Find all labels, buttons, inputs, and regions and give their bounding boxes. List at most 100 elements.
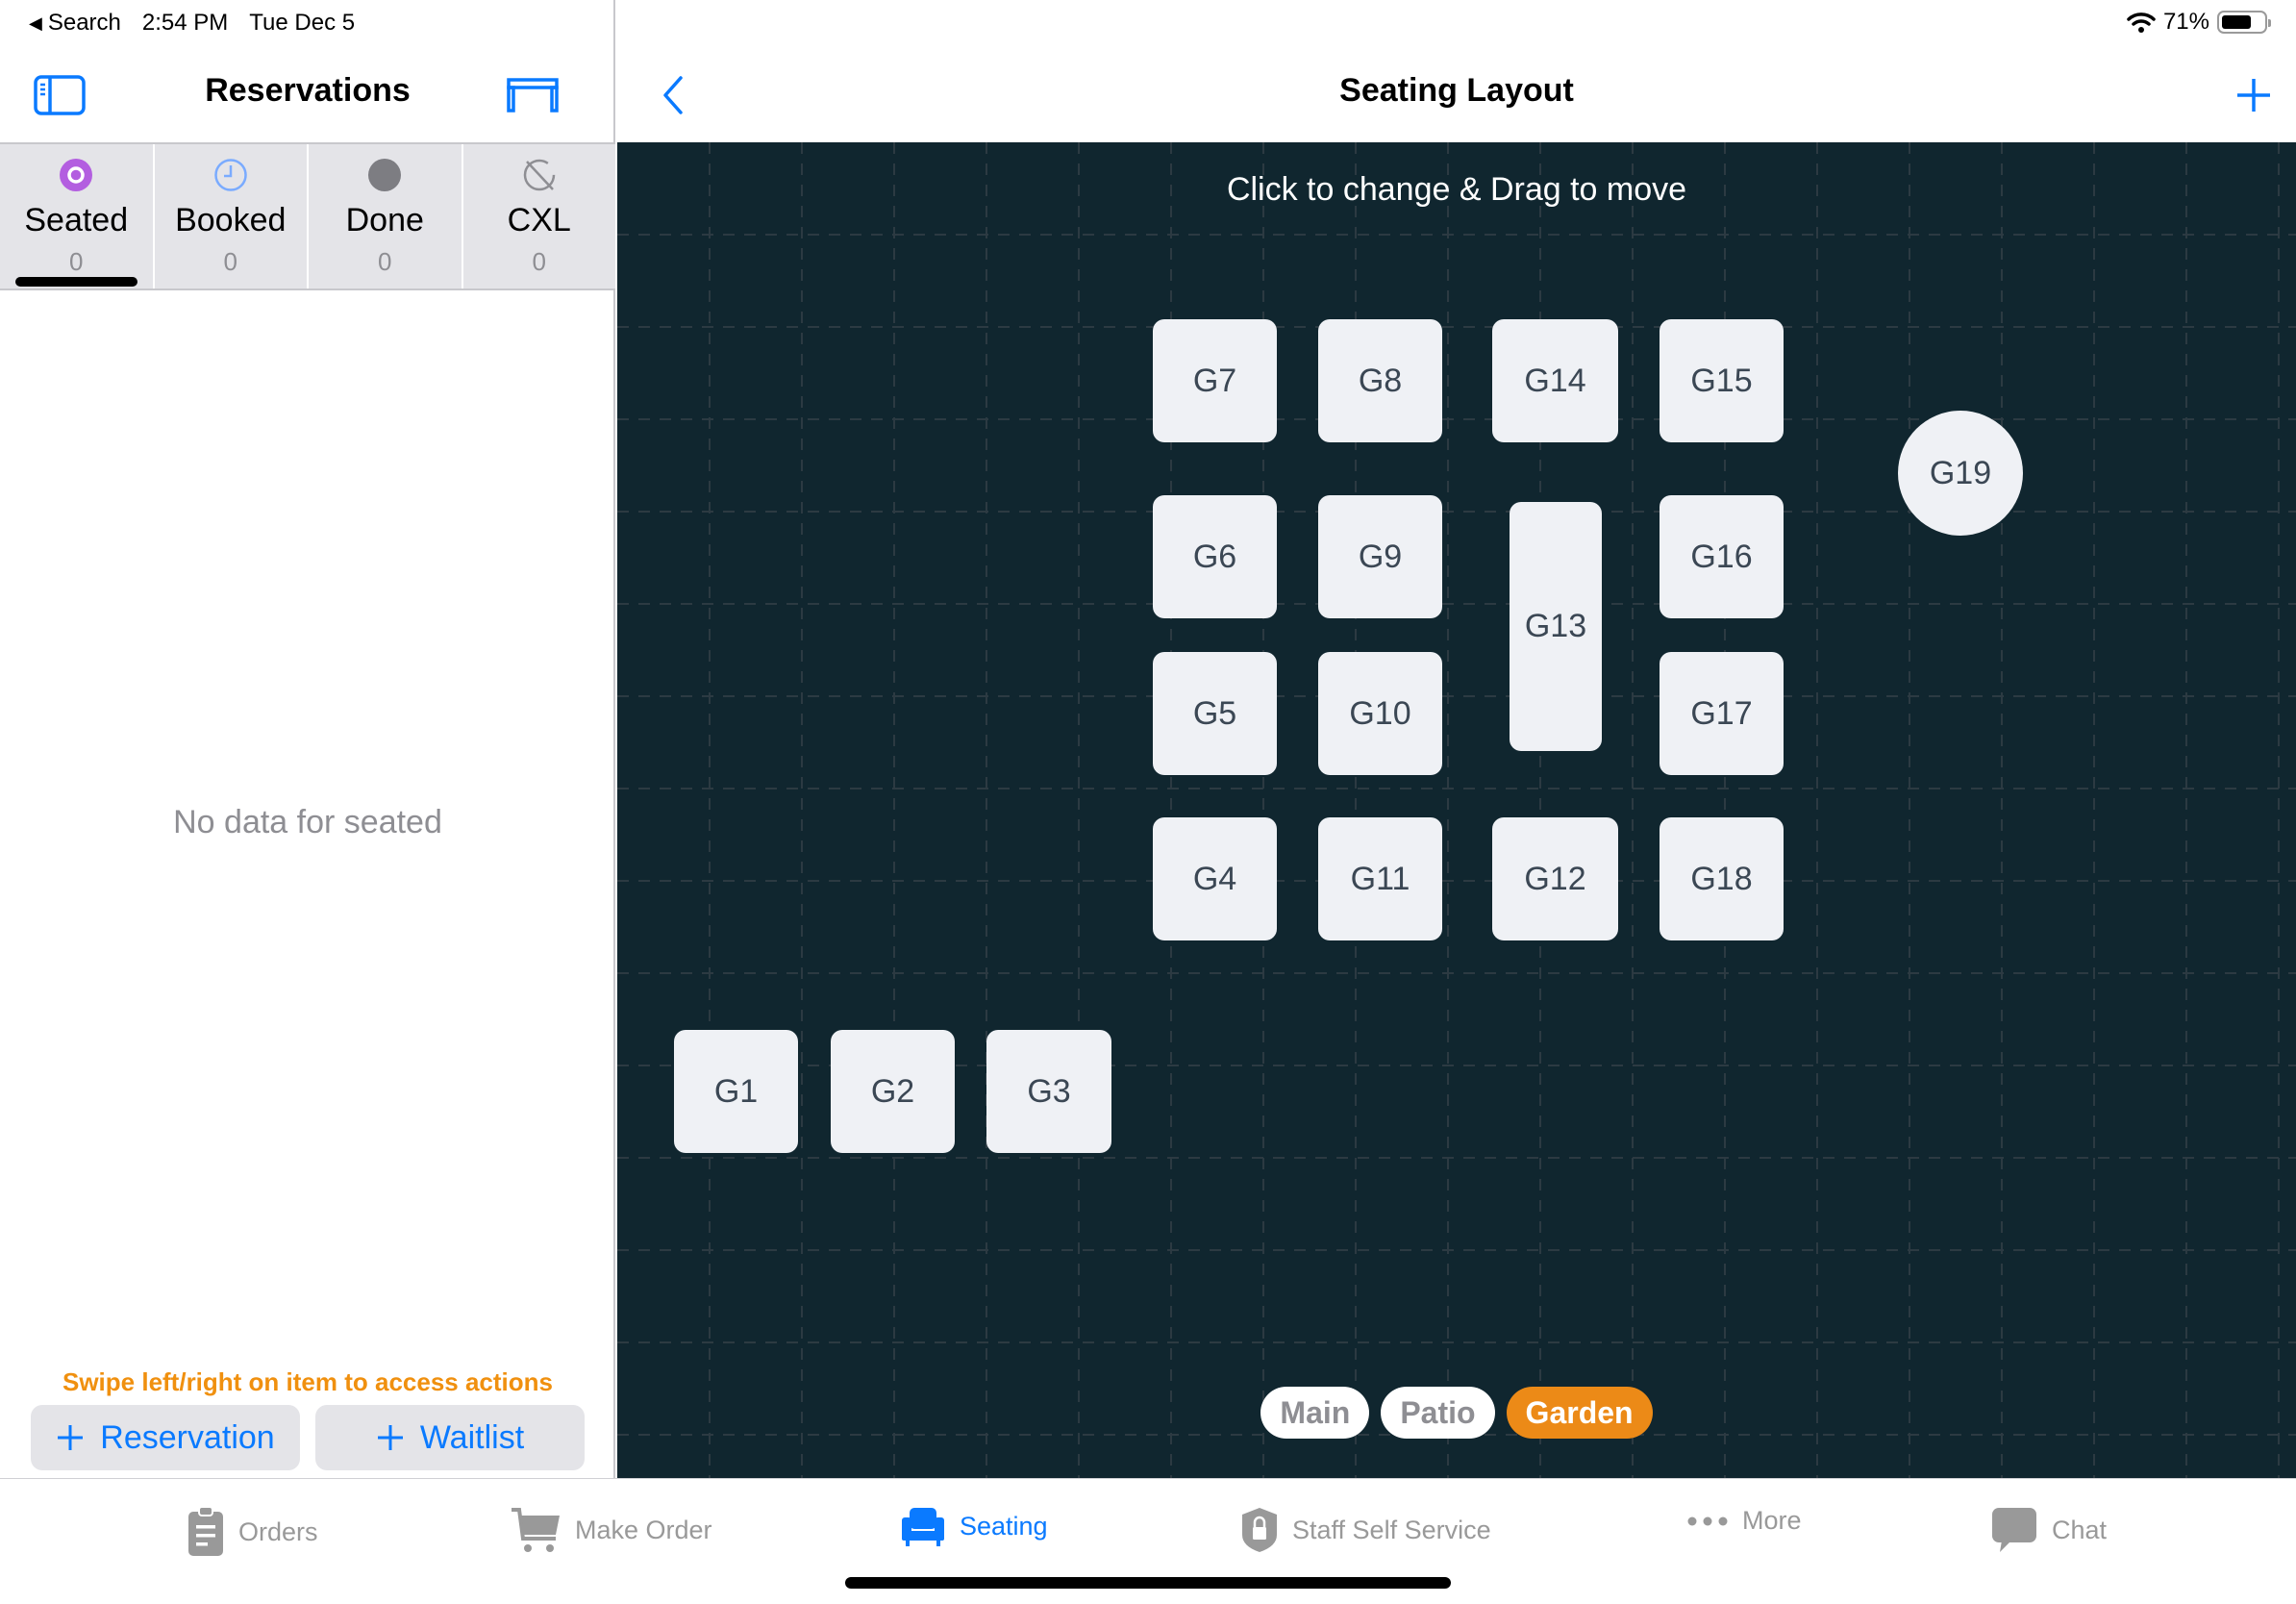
tab-seating[interactable]: Seating — [900, 1506, 1048, 1546]
back-to-app-link[interactable]: ◀ Search — [29, 10, 121, 37]
table-g11[interactable]: G11 — [1318, 817, 1442, 940]
tab-count: 0 — [378, 247, 392, 276]
canvas-hint: Click to change & Drag to move — [1226, 171, 1687, 208]
table-label: G13 — [1524, 608, 1587, 644]
back-app-label: Search — [47, 10, 121, 36]
table-g1[interactable]: G1 — [674, 1030, 798, 1153]
table-g16[interactable]: G16 — [1660, 495, 1784, 618]
add-reservation-label: Reservation — [100, 1418, 275, 1456]
sidebar-nav-bar: Reservations — [0, 47, 615, 142]
table-g10[interactable]: G10 — [1318, 652, 1442, 775]
table-g12[interactable]: G12 — [1492, 817, 1618, 940]
tab-chat-label: Chat — [2052, 1515, 2108, 1544]
table-label: G18 — [1690, 860, 1753, 897]
tab-count: 0 — [532, 247, 546, 276]
reservations-sidebar: Reservations Seated 0 Booked 0 Done 0 CX… — [0, 0, 615, 1478]
tab-chat[interactable]: Chat — [1990, 1506, 2107, 1554]
reservation-status-tabs: Seated 0 Booked 0 Done 0 CXL 0 — [0, 142, 615, 290]
table-g19[interactable]: G19 — [1898, 411, 2023, 536]
plus-icon — [2237, 79, 2270, 112]
table-g9[interactable]: G9 — [1318, 495, 1442, 618]
shield-lock-icon — [1242, 1508, 1277, 1552]
tab-make-order[interactable]: Make Order — [510, 1506, 712, 1554]
table-label: G12 — [1524, 860, 1586, 897]
table-label: G7 — [1192, 362, 1237, 399]
empty-state-message: No data for seated — [173, 804, 442, 840]
table-g17[interactable]: G17 — [1660, 652, 1784, 775]
active-tab-indicator — [15, 277, 137, 287]
cancelled-icon — [522, 158, 557, 192]
status-time: 2:54 PM — [141, 10, 229, 36]
plus-icon — [58, 1425, 84, 1450]
tab-count: 0 — [69, 247, 84, 276]
area-patio[interactable]: Patio — [1381, 1387, 1495, 1439]
table-g14[interactable]: G14 — [1492, 319, 1618, 442]
table-g18[interactable]: G18 — [1660, 817, 1784, 940]
table-label: G19 — [1929, 454, 1992, 491]
add-waitlist-label: Waitlist — [419, 1418, 525, 1456]
tab-booked[interactable]: Booked 0 — [155, 144, 309, 288]
area-selector: Main Patio Garden — [617, 1387, 2296, 1439]
table-label: G5 — [1192, 694, 1237, 732]
table-g15[interactable]: G15 — [1660, 319, 1784, 442]
seating-nav-bar: Seating Layout — [617, 47, 2296, 142]
area-main[interactable]: Main — [1260, 1387, 1370, 1439]
tab-count: 0 — [223, 247, 237, 276]
app-root: Reservations Seated 0 Booked 0 Done 0 CX… — [0, 0, 2296, 1604]
table-g13[interactable]: G13 — [1510, 502, 1602, 751]
tab-more-label: More — [1742, 1506, 1802, 1535]
back-triangle-icon: ◀ — [29, 13, 42, 33]
table-g7[interactable]: G7 — [1153, 319, 1277, 442]
cart-icon — [512, 1508, 560, 1552]
plus-icon — [377, 1425, 403, 1450]
table-g4[interactable]: G4 — [1153, 817, 1277, 940]
battery-percent: 71% — [2162, 9, 2209, 35]
table-g5[interactable]: G5 — [1153, 652, 1277, 775]
tab-label: Booked — [175, 202, 287, 238]
tab-label: Done — [345, 202, 424, 238]
tab-orders[interactable]: Orders — [187, 1506, 318, 1558]
table-label: G4 — [1192, 860, 1237, 897]
tab-staff-self-service[interactable]: Staff Self Service — [1240, 1506, 1491, 1554]
page-title: Seating Layout — [1339, 72, 1574, 109]
tab-seating-label: Seating — [960, 1511, 1048, 1541]
table-label: G15 — [1690, 362, 1753, 399]
armchair-icon — [902, 1508, 944, 1546]
add-waitlist-button[interactable]: Waitlist — [315, 1405, 585, 1470]
table-label: G9 — [1358, 538, 1403, 575]
add-table-button[interactable] — [2233, 74, 2275, 116]
table-g6[interactable]: G6 — [1153, 495, 1277, 618]
tab-label: Seated — [24, 202, 129, 238]
table-label: G3 — [1027, 1072, 1071, 1110]
tab-cxl[interactable]: CXL 0 — [463, 144, 616, 288]
home-indicator[interactable] — [845, 1577, 1451, 1589]
seating-canvas[interactable]: Click to change & Drag to move G1 G2 G3 G4 G… — [617, 142, 2296, 1478]
table-icon — [507, 78, 559, 113]
clipboard-icon — [188, 1506, 223, 1556]
table-label: G16 — [1690, 538, 1753, 575]
area-garden[interactable]: Garden — [1506, 1387, 1653, 1439]
table-g8[interactable]: G8 — [1318, 319, 1442, 442]
tab-more[interactable]: More — [1686, 1506, 1802, 1536]
tab-seated[interactable]: Seated 0 — [0, 144, 155, 288]
status-date: Tue Dec 5 — [249, 10, 356, 36]
battery-icon — [2217, 11, 2271, 34]
table-g2[interactable]: G2 — [831, 1030, 955, 1153]
swipe-hint: Swipe left/right on item to access actio… — [62, 1367, 553, 1396]
tab-make-order-label: Make Order — [575, 1515, 712, 1544]
table-g3[interactable]: G3 — [986, 1030, 1111, 1153]
clock-icon — [213, 158, 248, 192]
tab-done[interactable]: Done 0 — [309, 144, 463, 288]
add-reservation-button[interactable]: Reservation — [31, 1405, 300, 1470]
canvas-grid — [617, 142, 2296, 1478]
status-bar: ◀ Search 2:54 PM Tue Dec 5 71% — [0, 0, 2296, 47]
table-label: G17 — [1690, 694, 1753, 732]
table-layout-button[interactable] — [506, 76, 560, 114]
table-label: G8 — [1358, 362, 1403, 399]
tab-staff-self-service-label: Staff Self Service — [1292, 1515, 1491, 1544]
filled-circle-icon — [367, 158, 402, 192]
tab-label: CXL — [507, 202, 571, 238]
seated-icon — [59, 158, 93, 192]
table-label: G14 — [1524, 362, 1586, 399]
tab-orders-label: Orders — [238, 1516, 318, 1546]
